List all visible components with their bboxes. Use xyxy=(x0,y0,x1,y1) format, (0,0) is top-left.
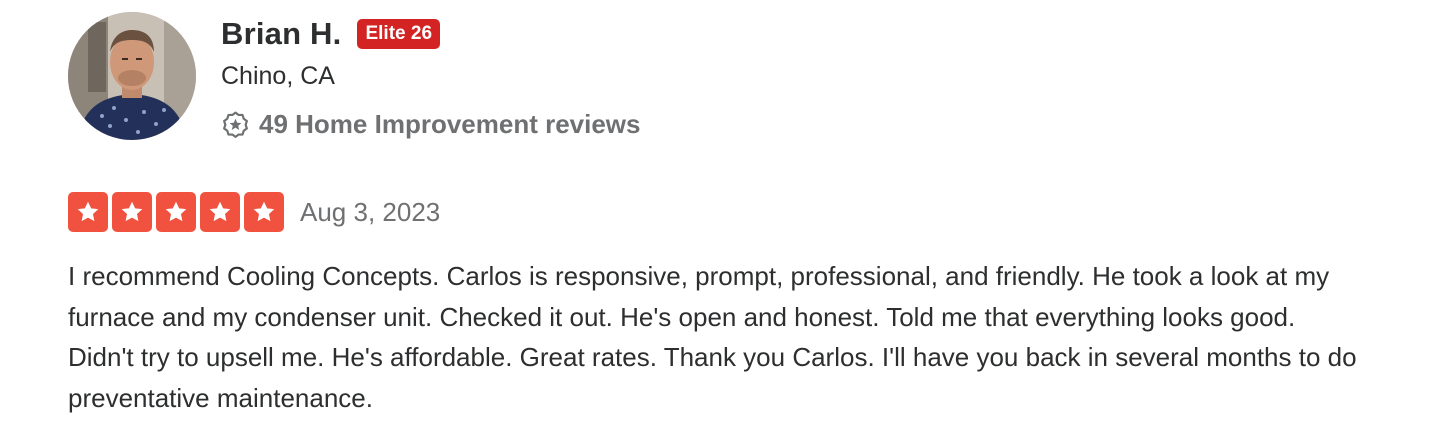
review-card: Brian H. Elite 26 Chino, CA 49 Home Impr… xyxy=(0,0,1432,442)
avatar[interactable] xyxy=(68,12,196,140)
reviewer-stats: 49 Home Improvement reviews xyxy=(221,106,641,142)
star-icon xyxy=(244,192,284,232)
avatar-photo xyxy=(68,12,196,140)
review-text: I recommend Cooling Concepts. Carlos is … xyxy=(68,261,1357,413)
star-icon xyxy=(68,192,108,232)
star-icon xyxy=(200,192,240,232)
rating-row: Aug 3, 2023 xyxy=(68,192,440,232)
star-icon xyxy=(112,192,152,232)
reviewer-location: Chino, CA xyxy=(221,62,335,90)
reviewer-name-row: Brian H. Elite 26 xyxy=(221,14,441,54)
star-rating xyxy=(68,192,284,232)
review-badge-icon xyxy=(221,110,250,139)
reviewer-name[interactable]: Brian H. xyxy=(221,16,341,52)
review-date: Aug 3, 2023 xyxy=(300,196,441,227)
elite-badge: Elite 26 xyxy=(357,19,441,49)
review-count: 49 Home Improvement reviews xyxy=(259,108,641,139)
star-icon xyxy=(156,192,196,232)
